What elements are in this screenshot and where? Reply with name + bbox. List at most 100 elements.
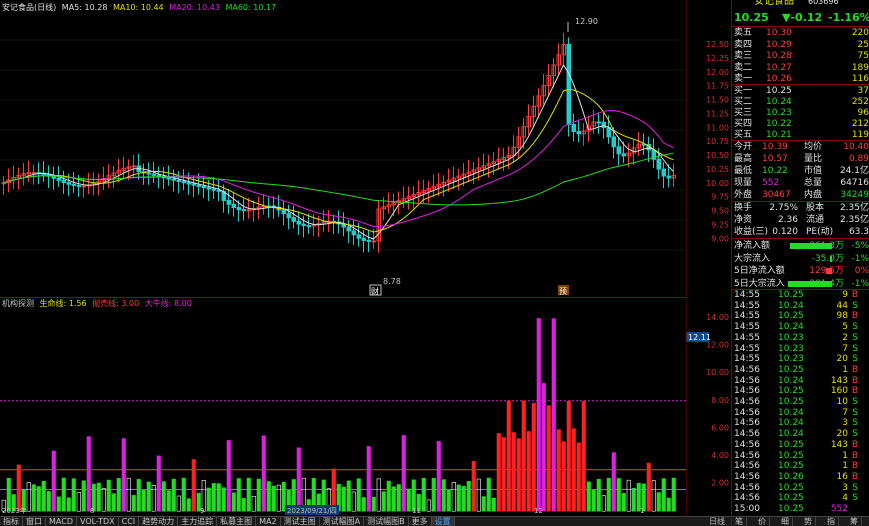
- candle-body: [186, 182, 191, 185]
- tick-price: 10.25: [778, 290, 804, 300]
- tick-time: 15:00: [734, 504, 760, 514]
- panel-tab[interactable]: 筹: [847, 517, 862, 526]
- indicator-bar: [616, 478, 621, 512]
- indicator-tab[interactable]: CCI: [119, 517, 140, 526]
- trading-app: 安记食品(日线) MA5: 10.28 MA10: 10.44 MA20: 10…: [0, 0, 869, 526]
- stat-key: 市值: [804, 166, 823, 176]
- indicator-bar: [226, 440, 231, 512]
- indicator-tab[interactable]: 设置: [431, 517, 455, 526]
- indicator-tab[interactable]: 更多: [409, 517, 432, 526]
- tick-price: 10.25: [778, 364, 804, 375]
- indicator-tab[interactable]: MA2: [256, 517, 281, 526]
- indicator-bar: [376, 478, 381, 512]
- candle-body: [191, 183, 196, 186]
- indicator-chart[interactable]: 机构探测 生命线: 1.56 抛売线: 3.00 大牛线: 8.00 2023年…: [0, 297, 686, 516]
- indicator-tab[interactable]: 测试幅图A: [320, 517, 365, 526]
- panel-tab[interactable]: 价: [755, 517, 770, 526]
- stat-value: 2.35亿: [839, 215, 869, 225]
- candle-body: [596, 121, 601, 124]
- tick-volume: 9: [842, 290, 848, 300]
- tick-price: 10.25: [778, 386, 804, 397]
- indicator-bar: [531, 403, 536, 512]
- tick-volume: 20: [836, 429, 848, 440]
- indicator-bar: [656, 492, 661, 512]
- tick-direction: S: [852, 354, 858, 365]
- indicator-bar: [516, 438, 521, 512]
- last-price: 10.25: [734, 11, 769, 24]
- flow-value: 129.5万: [809, 266, 844, 276]
- panel-tab[interactable]: 指: [824, 517, 839, 526]
- indicator-bar: [386, 480, 391, 512]
- indicator-tab[interactable]: 私募主图: [217, 517, 257, 526]
- tick-row: 15:00 10.25 552: [732, 504, 869, 515]
- indicator-tab[interactable]: VOL-TDX: [77, 517, 119, 526]
- candle-body: [181, 181, 186, 184]
- tick-price: 10.25: [778, 482, 804, 493]
- indicator-bar: [176, 495, 181, 512]
- panel-tab[interactable]: 笔: [732, 517, 747, 526]
- stat-key: 流通: [806, 215, 825, 225]
- tick-time: 14:56: [734, 471, 760, 482]
- low-price-label: 8.78: [383, 277, 401, 286]
- period-label[interactable]: 日线: [709, 517, 725, 526]
- indicator-bar: [266, 481, 271, 512]
- candle-body: [281, 209, 286, 215]
- indicator-bar: [586, 481, 591, 512]
- indicator-bar: [651, 480, 656, 512]
- price-header: 10.25 ▼-0.12 -1.16%: [732, 11, 869, 25]
- tick-volume: 3: [842, 482, 848, 493]
- kline-chart[interactable]: 安记食品(日线) MA5: 10.28 MA10: 10.44 MA20: 10…: [0, 0, 686, 297]
- indicator-bar: [171, 478, 176, 512]
- candle-body: [61, 179, 66, 183]
- panel-tab[interactable]: 细: [778, 517, 793, 526]
- tick-volume: 4: [842, 493, 848, 504]
- stats2-row: 净资 2.36 流通 2.35亿: [732, 214, 869, 226]
- stat-value: 0.120: [772, 227, 798, 237]
- indicator-tab[interactable]: 测试幅图B: [364, 517, 409, 526]
- indicator-tab[interactable]: MACD: [46, 517, 77, 526]
- price-tick-label: 9.00: [711, 234, 729, 243]
- candle-body: [571, 123, 576, 133]
- tick-volume: 552: [830, 504, 848, 514]
- indicator-bar: [46, 491, 51, 512]
- candle-body: [216, 189, 221, 192]
- tick-direction: S: [852, 322, 858, 333]
- indicator-bar: [16, 464, 21, 512]
- chart-title: 安记食品(日线): [2, 3, 57, 12]
- candle-body: [31, 172, 36, 175]
- price-tick-label: 9.50: [711, 207, 729, 216]
- candle-body: [246, 209, 251, 212]
- candle-body: [311, 224, 316, 227]
- indicator-tab[interactable]: 主力追踪: [178, 517, 218, 526]
- tick-direction: S: [852, 482, 858, 493]
- price-change: ▼-0.12: [782, 11, 823, 24]
- panel-tab[interactable]: 势: [801, 517, 816, 526]
- indicator-tab[interactable]: 窗口: [23, 517, 46, 526]
- tick-volume: 7: [842, 407, 848, 418]
- tick-row: 14:56 10.25 1 B: [732, 451, 869, 462]
- indicator-bar: [26, 482, 31, 512]
- ask-row: 卖四 10.29 25: [732, 39, 869, 51]
- stat-key: 量比: [804, 154, 823, 164]
- tick-time: 14:56: [734, 429, 760, 440]
- tick-price: 10.24: [778, 375, 804, 386]
- tick-price: 10.25: [778, 461, 804, 472]
- indicator-bar: [381, 491, 386, 512]
- indicator-bar: [141, 489, 146, 512]
- indicator-bar: [511, 432, 516, 512]
- indicator-tab[interactable]: 测试主图: [281, 517, 320, 526]
- indicator-bar: [526, 431, 531, 512]
- indicator-bar: [111, 493, 116, 512]
- tick-row: 14:56 10.24 7 S: [732, 408, 869, 419]
- indicator-tab[interactable]: 指标: [0, 517, 23, 526]
- tick-direction: B: [851, 471, 858, 482]
- flow-label: 5日大宗流入: [734, 278, 785, 289]
- tick-time: 14:55: [734, 322, 760, 333]
- indicator-bar: [576, 442, 581, 512]
- indicator-tab[interactable]: 趋势动力: [139, 517, 179, 526]
- indicator-bar: [626, 479, 631, 512]
- forecast-marker-text: 预: [559, 286, 567, 296]
- tick-direction: B: [851, 461, 858, 472]
- indicator-bar: [566, 400, 571, 512]
- tick-volume: 98: [836, 311, 848, 322]
